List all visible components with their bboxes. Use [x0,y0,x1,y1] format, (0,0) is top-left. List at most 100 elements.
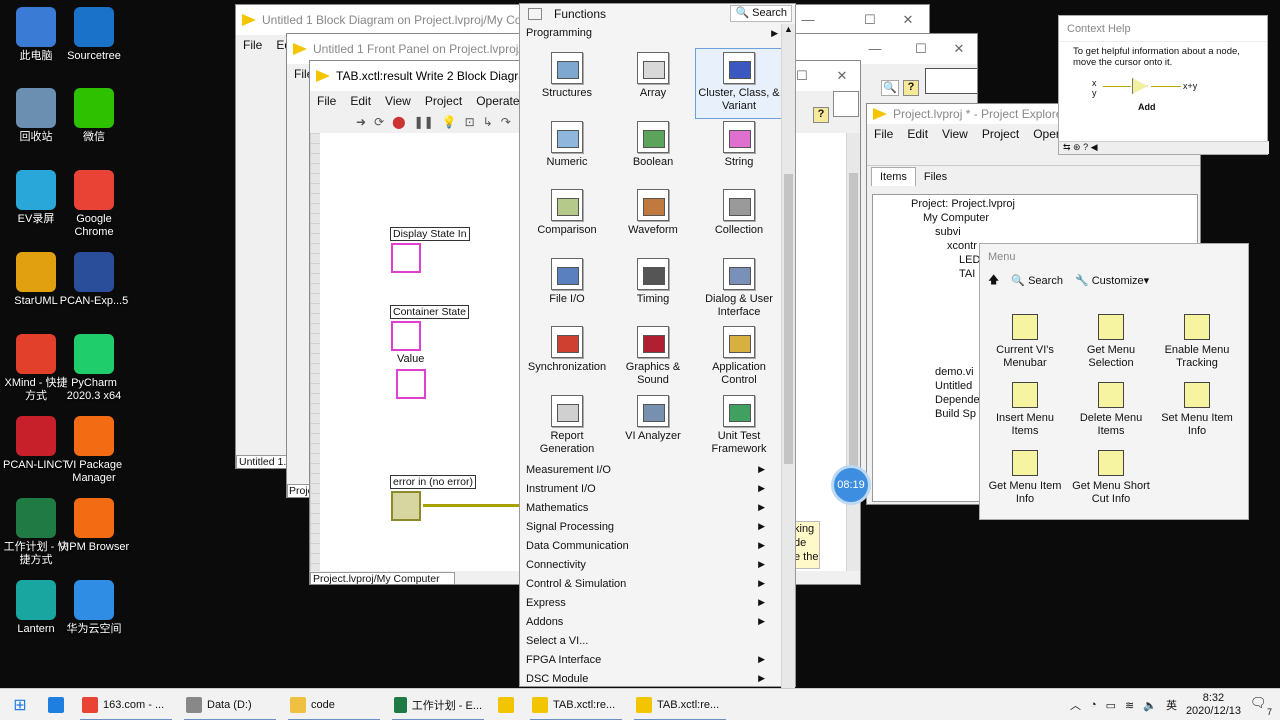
palette-item[interactable]: Numeric [524,118,610,187]
pause-icon[interactable]: ❚❚ [414,115,434,129]
pin-icon[interactable] [528,8,542,20]
palette-category[interactable]: DSC Module ▶ [520,669,782,688]
menu-function-item[interactable]: Insert Menu Items [982,380,1068,448]
display-state-terminal[interactable] [391,243,421,273]
close-button[interactable]: ✕ [820,61,860,91]
context-help-toolbar[interactable]: ⇆ ⊛ ? ◀ [1059,141,1269,154]
battery-icon[interactable]: ▭ [1106,699,1116,712]
functions-palette[interactable]: Functions 🔍 Search Programming ▶ Structu… [519,3,796,688]
menu-function-item[interactable]: Current VI's Menubar [982,312,1068,380]
desktop-icon[interactable]: Sourcetree [58,7,130,63]
palette-item[interactable]: Dialog & User Interface [696,255,782,324]
palette-item[interactable]: Boolean [610,118,696,187]
close-button[interactable]: ✕ [886,5,929,35]
desktop-icon[interactable]: VIPM Browser [58,498,130,554]
desktop-icon[interactable]: PCAN-Exp...5 [58,252,130,308]
help-icon[interactable]: ? [903,80,919,96]
desktop-icon[interactable]: 华为云空间 [58,580,130,636]
palette-item[interactable]: Cluster, Class, & Variant [695,48,783,119]
palette-item[interactable]: Collection [696,186,782,255]
search-icon[interactable]: 🔍 [881,80,899,96]
palette-item[interactable]: String [696,118,782,187]
palette-search-button[interactable]: 🔍 Search [730,5,792,22]
desktop-icon[interactable]: Google Chrome [58,170,130,239]
desktop-icon[interactable]: VI Package Manager [58,416,130,485]
programming-header[interactable]: Programming ▶ [520,24,795,42]
tree-item[interactable]: Project: Project.lvproj [911,197,1197,211]
palette-item[interactable]: Unit Test Framework [696,392,782,461]
chevron-up-icon[interactable]: ︿ [1070,697,1081,713]
run-continuous-icon[interactable]: ⟳ [374,115,384,129]
palette-item[interactable]: Application Control [696,323,782,392]
palette-scrollbar[interactable]: ▲ [781,24,795,688]
menu-file[interactable]: File [236,38,269,52]
highlight-icon[interactable]: 💡 [442,115,457,129]
taskbar-item[interactable]: TAB.xctl:re... [628,689,732,720]
palette-category[interactable]: FPGA Interface ▶ [520,650,782,669]
scroll-thumb[interactable] [784,174,793,464]
taskbar-item[interactable]: TAB.xctl:re... [524,689,628,720]
palette-item[interactable]: Array [610,49,696,118]
palette-category[interactable]: Select a VI... [520,631,782,650]
scroll-up-icon[interactable]: ▲ [782,24,795,38]
scroll-thumb[interactable] [849,173,858,493]
palette-category[interactable]: Connectivity ▶ [520,555,782,574]
menu-item[interactable]: Edit [343,94,378,108]
wifi-icon[interactable]: ≋ [1125,699,1134,712]
taskbar-item[interactable] [40,689,74,720]
palette-category[interactable]: Instrument I/O ▶ [520,479,782,498]
menu-item[interactable]: File [310,94,343,108]
palette-item[interactable]: Report Generation [524,392,610,461]
palette-category[interactable]: Mathematics ▶ [520,498,782,517]
volume-icon[interactable]: 🔈 [1143,699,1157,712]
help-icon[interactable]: ? [813,107,829,123]
palette-category[interactable]: Control & Simulation ▶ [520,574,782,593]
desktop-icon[interactable]: 微信 [58,88,130,144]
menu-item[interactable]: Operate [469,94,526,108]
palette-category[interactable]: Addons ▶ [520,612,782,631]
retain-wire-icon[interactable]: ⊡ [465,115,475,129]
menu-item[interactable]: Project [418,94,469,108]
palette-category[interactable]: Measurement I/O ▶ [520,460,782,479]
taskbar-item[interactable]: 163.com - ... [74,689,178,720]
menu-search-button[interactable]: 🔍 Search [1011,274,1063,287]
ime-indicator[interactable]: 英 [1166,697,1177,713]
taskbar-item[interactable]: code [282,689,386,720]
step-into-icon[interactable]: ↳ [483,115,493,129]
palette-category[interactable]: Express ▶ [520,593,782,612]
palette-item[interactable]: File I/O [524,255,610,324]
desktop-icon[interactable]: PyCharm 2020.3 x64 [58,334,130,403]
taskbar-item[interactable]: 工作计划 - E... [386,689,490,720]
clock[interactable]: 8:32 2020/12/13 [1186,692,1241,718]
start-button[interactable]: ⊞ [0,689,40,720]
palette-item[interactable]: Timing [610,255,696,324]
close-button[interactable]: ✕ [937,34,977,64]
taskbar-item[interactable] [490,689,524,720]
step-over-icon[interactable]: ↷ [501,115,511,129]
menu-function-item[interactable]: Set Menu Item Info [1154,380,1240,448]
menu-function-item[interactable]: Get Menu Selection [1068,312,1154,380]
up-arrow-icon[interactable]: 🡅 [988,271,999,290]
menu-item[interactable]: Edit [900,127,935,141]
taskbar-item[interactable]: Data (D:) [178,689,282,720]
menu-function-item[interactable]: Get Menu Item Info [982,448,1068,516]
palette-item[interactable]: Comparison [524,186,610,255]
run-arrow-icon[interactable]: ➜ [356,115,366,129]
menu-function-item[interactable]: Delete Menu Items [1068,380,1154,448]
palette-item[interactable]: Synchronization [524,323,610,392]
menu-function-item[interactable]: Get Menu Short Cut Info [1068,448,1154,516]
network-icon[interactable]: ◔ [1090,699,1097,711]
palette-item[interactable]: VI Analyzer [610,392,696,461]
abort-icon[interactable]: ⬤ [392,115,405,129]
palette-item[interactable]: Waveform [610,186,696,255]
context-help-window[interactable]: Context Help To get helpful information … [1058,15,1269,155]
tab-files[interactable]: Files [916,168,955,186]
value-terminal[interactable] [396,369,426,399]
customize-button[interactable]: 🔧 Customize▾ [1075,274,1149,287]
menu-function-item[interactable]: Enable Menu Tracking [1154,312,1240,380]
tree-item[interactable]: My Computer [911,211,1197,225]
palette-category[interactable]: Signal Processing ▶ [520,517,782,536]
tree-item[interactable]: subvi [911,225,1197,239]
error-in-terminal[interactable] [391,491,421,521]
menu-item[interactable]: View [378,94,418,108]
